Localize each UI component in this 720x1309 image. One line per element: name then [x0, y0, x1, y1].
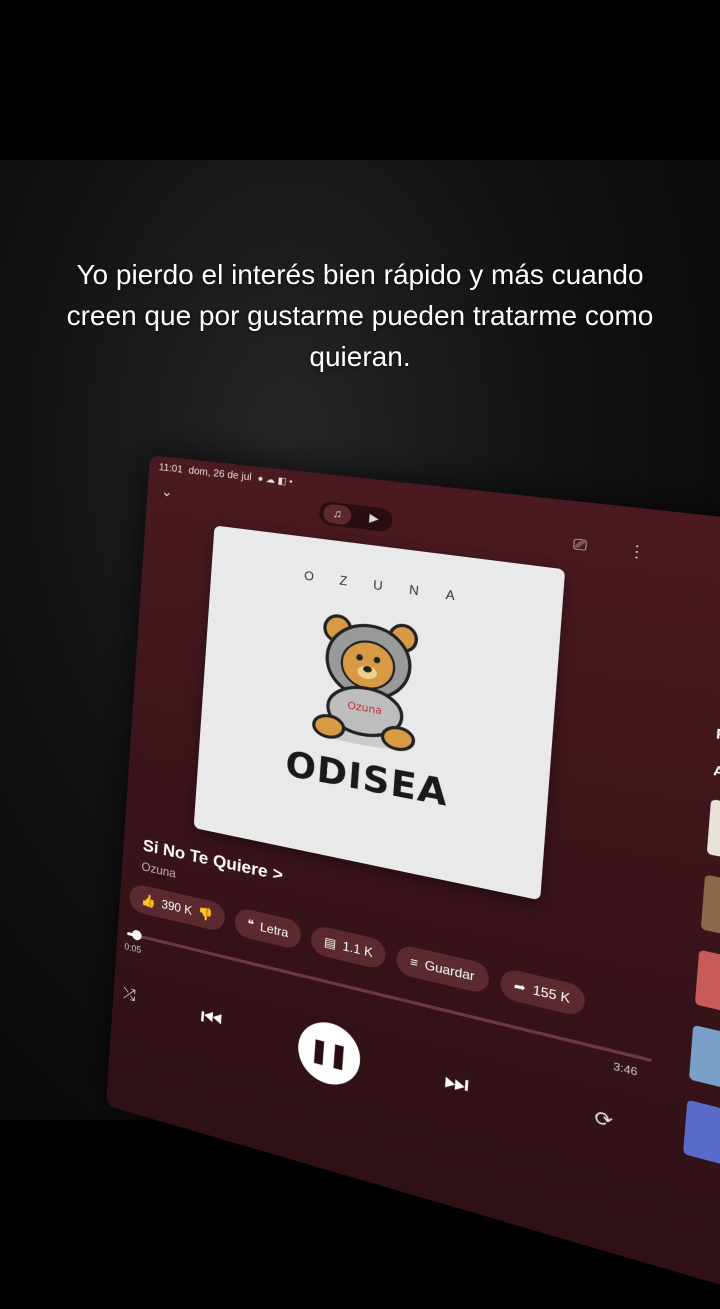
shuffle-icon[interactable]: ⤮	[123, 985, 136, 1006]
next-icon[interactable]: ⏭	[443, 1065, 470, 1101]
teddy-bear-logo: Ozuna	[298, 605, 438, 763]
pause-button[interactable]: ❚❚	[296, 1015, 363, 1092]
playlist-add-icon: ≡	[409, 954, 419, 971]
song-title[interactable]: Si No Te Quiere >	[142, 835, 283, 885]
like-dislike-chip[interactable]: 👍 390 K 👎	[128, 882, 227, 933]
comments-chip[interactable]: ▤ 1.1 K	[310, 924, 387, 971]
sidebar-letter: Ag	[712, 762, 720, 783]
song-video-toggle[interactable]: ♫ ▶	[318, 500, 394, 533]
letter: U	[372, 577, 386, 594]
quote-icon: ❝	[246, 916, 255, 933]
lyrics-label: Letra	[259, 919, 289, 941]
share-count: 155 K	[532, 982, 571, 1007]
queue-thumbnail[interactable]	[683, 1099, 720, 1168]
chevron-down-icon[interactable]: ⌄	[161, 482, 174, 500]
up-next-sidebar: R Ag	[683, 726, 720, 1168]
thumbs-up-icon[interactable]: 👍	[141, 892, 156, 909]
lyrics-chip[interactable]: ❝ Letra	[234, 906, 302, 951]
queue-thumbnail[interactable]	[706, 799, 720, 864]
queue-thumbnail[interactable]	[694, 949, 720, 1017]
more-options-icon[interactable]: ⋮	[627, 541, 647, 562]
comment-icon: ▤	[323, 934, 337, 952]
letter: N	[408, 582, 422, 599]
album-art: O Z U N A Ozuna ODISEA	[193, 525, 566, 901]
share-icon: ➦	[513, 977, 527, 996]
notification-icons: ● ☁ ◧ •	[257, 472, 293, 488]
status-time: 11:01	[158, 462, 184, 476]
elapsed-time: 0:05	[124, 941, 142, 956]
overlay-caption: Yo pierdo el interés bien rápido y más c…	[66, 259, 654, 372]
chevron-right-icon: >	[271, 863, 284, 885]
comment-count: 1.1 K	[342, 938, 374, 961]
video-icon[interactable]: ▶	[359, 508, 389, 530]
like-count: 390 K	[160, 896, 193, 918]
duration-time: 3:46	[612, 1060, 638, 1080]
save-label: Guardar	[424, 957, 476, 984]
previous-icon[interactable]: ⏮	[200, 1003, 223, 1037]
letter: Z	[338, 572, 350, 589]
letter: O	[303, 568, 317, 585]
thumbs-down-icon[interactable]: 👎	[198, 905, 214, 923]
queue-thumbnail[interactable]	[688, 1024, 720, 1092]
song-artist[interactable]: Ozuna	[141, 859, 176, 881]
share-chip[interactable]: ➦ 155 K	[498, 967, 586, 1018]
sidebar-letter: R	[715, 725, 720, 744]
progress-knob[interactable]	[131, 928, 142, 942]
letter: A	[445, 587, 458, 604]
status-date: dom, 26 de jul	[188, 465, 252, 484]
queue-thumbnail[interactable]	[700, 874, 720, 941]
album-artist-letters: O Z U N A	[211, 556, 562, 618]
repeat-icon[interactable]: ⟳	[594, 1106, 614, 1134]
headphones-icon[interactable]: ♫	[322, 503, 352, 526]
cast-icon[interactable]: ⎚	[572, 535, 588, 556]
music-player-screen: 11:01 dom, 26 de jul ● ☁ ◧ • ⌄ ♫ ▶ ⎚ ⋮ O…	[105, 455, 720, 1309]
save-chip[interactable]: ≡ Guardar	[395, 943, 490, 995]
